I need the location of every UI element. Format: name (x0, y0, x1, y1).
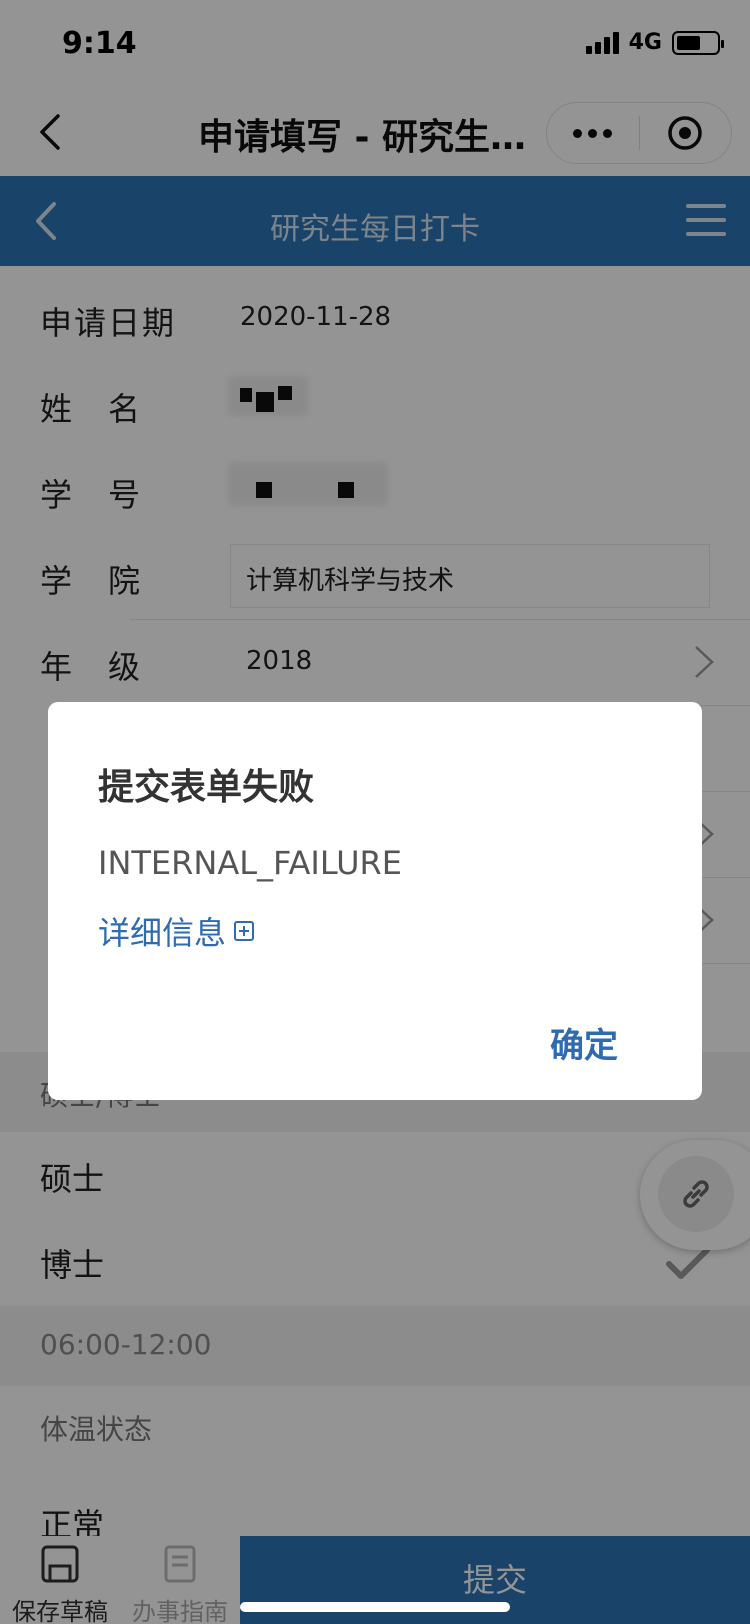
details-link-label: 详细信息 (98, 914, 227, 952)
dialog-message: INTERNAL_FAILURE (98, 844, 402, 882)
ok-button[interactable]: 确定 (550, 1018, 618, 1067)
details-link[interactable]: 详细信息 (98, 908, 255, 954)
error-dialog: 提交表单失败 INTERNAL_FAILURE 详细信息 确定 (48, 702, 702, 1100)
expand-plus-icon (234, 921, 255, 941)
home-indicator (240, 1602, 510, 1612)
dialog-title: 提交表单失败 (98, 767, 315, 808)
